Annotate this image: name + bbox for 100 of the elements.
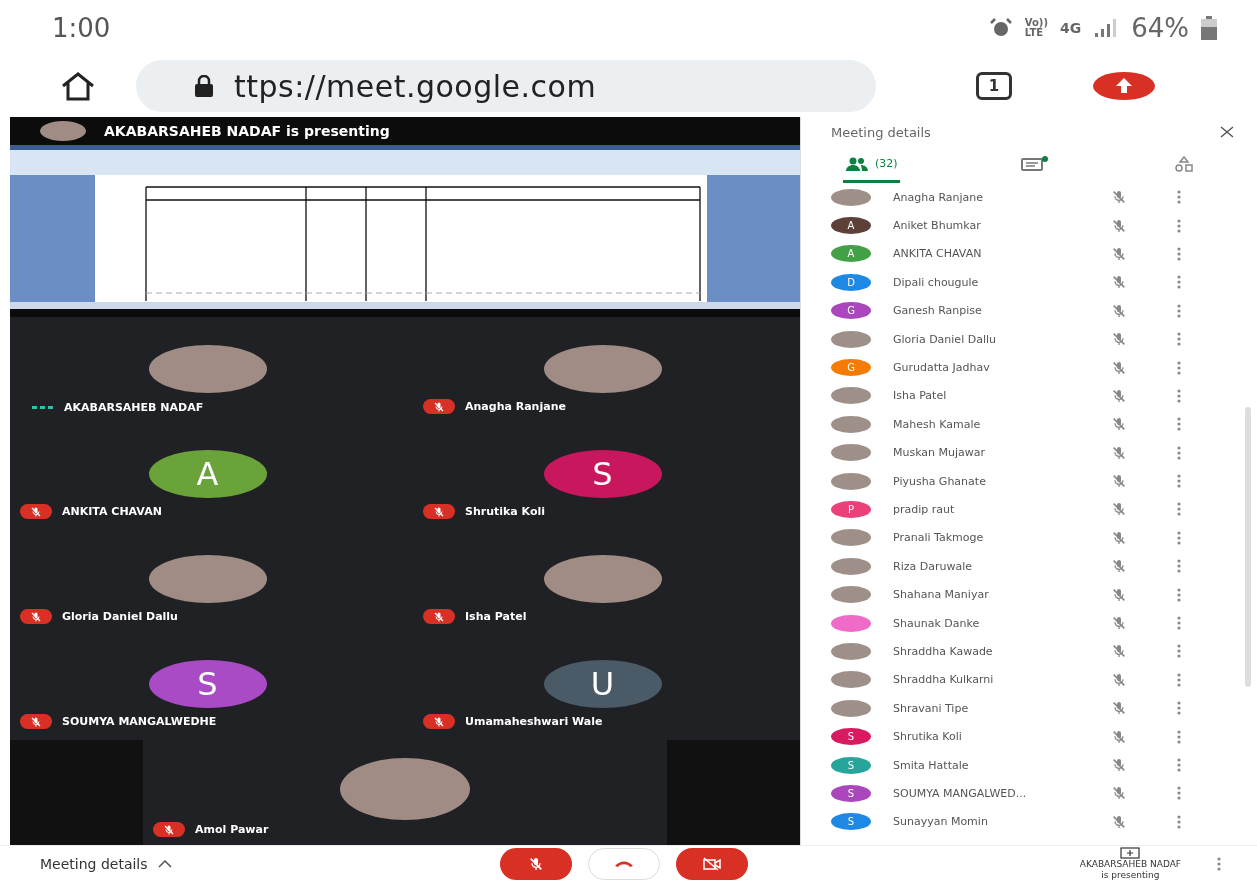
more-icon[interactable] xyxy=(1177,388,1181,403)
mic-off-icon xyxy=(30,715,42,728)
mic-off-icon[interactable] xyxy=(1111,501,1127,518)
participant-name: ANKITA CHAVAN xyxy=(893,247,983,261)
battery-icon xyxy=(1201,15,1217,40)
participant-name: Gurudatta Jadhav xyxy=(893,361,991,375)
alarm-icon xyxy=(988,17,1013,38)
avatar: G xyxy=(831,359,871,377)
mic-off-icon[interactable] xyxy=(1111,728,1127,745)
more-icon[interactable] xyxy=(1177,729,1181,744)
mic-off-icon[interactable] xyxy=(1111,700,1127,717)
people-tab[interactable]: (32) xyxy=(843,147,900,183)
more-icon[interactable] xyxy=(1177,275,1181,290)
mic-off-icon[interactable] xyxy=(1111,785,1127,802)
mic-off-icon[interactable] xyxy=(1111,416,1127,433)
participant-name: Anagha Ranjane xyxy=(893,190,985,204)
camera-off-button[interactable] xyxy=(676,848,748,880)
more-icon[interactable] xyxy=(1177,758,1181,772)
mic-off-icon[interactable] xyxy=(1111,444,1127,461)
participant-name: Gloria Daniel Dallu xyxy=(893,332,997,346)
mic-off-icon[interactable] xyxy=(1111,245,1127,262)
more-icon[interactable] xyxy=(1177,417,1181,432)
photo-placeholder xyxy=(40,121,86,141)
camera-off-icon xyxy=(703,857,721,871)
mic-off-icon[interactable] xyxy=(1111,586,1127,603)
more-icon[interactable] xyxy=(1217,857,1221,871)
avatar: S xyxy=(831,756,871,774)
photo-placeholder xyxy=(831,188,871,206)
participant-name: ANKITA CHAVAN xyxy=(62,505,162,518)
battery-percent: 64% xyxy=(1131,12,1189,43)
more-icon[interactable] xyxy=(1177,814,1181,829)
more-icon[interactable] xyxy=(1177,587,1181,602)
presenting-status: is presenting xyxy=(1101,870,1160,881)
more-icon[interactable] xyxy=(1177,474,1181,489)
more-icon[interactable] xyxy=(1177,190,1181,205)
mic-off-icon[interactable] xyxy=(1111,558,1127,575)
avatar: S xyxy=(831,784,871,802)
lock-icon xyxy=(194,75,214,97)
mic-off-icon[interactable] xyxy=(1111,189,1127,206)
mic-off-icon[interactable] xyxy=(1111,615,1127,632)
mic-off-icon[interactable] xyxy=(1111,359,1127,376)
mic-off-icon[interactable] xyxy=(1111,757,1127,773)
more-icon[interactable] xyxy=(1177,246,1181,261)
update-icon[interactable] xyxy=(1092,71,1156,101)
more-icon[interactable] xyxy=(1177,218,1181,233)
mic-off-icon[interactable] xyxy=(1111,387,1127,404)
present-screen-icon[interactable] xyxy=(1120,847,1141,859)
participant-name: Riza Daruwale xyxy=(893,559,973,573)
address-bar[interactable]: ttps://meet.google.com xyxy=(136,60,876,112)
participant-name: pradip raut xyxy=(893,503,956,516)
more-icon[interactable] xyxy=(1177,502,1181,517)
mic-off-icon[interactable] xyxy=(1111,302,1127,319)
more-icon[interactable] xyxy=(1177,303,1181,318)
photo-placeholder xyxy=(831,699,871,717)
scrollbar[interactable] xyxy=(1245,407,1251,687)
photo-placeholder xyxy=(831,472,871,490)
lte-indicator: LTE xyxy=(1024,27,1044,38)
meeting-details-link[interactable]: Meeting details xyxy=(40,856,148,872)
tab-count-button[interactable]: 1 xyxy=(976,72,1012,100)
shapes-icon xyxy=(1173,155,1195,172)
mic-off-icon[interactable] xyxy=(1111,217,1127,234)
more-icon[interactable] xyxy=(1177,701,1181,716)
mic-off-icon xyxy=(433,505,445,518)
photo-placeholder xyxy=(831,444,871,462)
more-icon[interactable] xyxy=(1177,644,1181,659)
avatar: S xyxy=(831,813,871,831)
home-icon[interactable] xyxy=(60,71,96,101)
mic-off-icon[interactable] xyxy=(1111,671,1127,688)
more-icon[interactable] xyxy=(1177,672,1181,687)
mic-off-icon[interactable] xyxy=(1111,643,1127,660)
mic-off-icon[interactable] xyxy=(1111,331,1127,348)
avatar: S xyxy=(543,450,662,498)
more-icon[interactable] xyxy=(1177,559,1181,574)
mic-off-icon[interactable] xyxy=(1111,813,1127,830)
participant-name: Shahana Maniyar xyxy=(893,588,990,602)
chat-icon xyxy=(1021,155,1050,172)
participant-name: Isha Patel xyxy=(893,389,948,403)
avatar: P xyxy=(831,501,871,518)
participant-name: AKABARSAHEB NADAF xyxy=(64,401,204,414)
clock: 1:00 xyxy=(52,12,112,43)
participant-name: Dipali chougule xyxy=(893,275,980,289)
caret-up-icon[interactable] xyxy=(157,860,172,868)
mic-off-icon[interactable] xyxy=(1111,473,1127,490)
mic-off-icon[interactable] xyxy=(1111,274,1127,291)
participant-name: Muskan Mujawar xyxy=(893,446,987,460)
mic-off-icon xyxy=(163,823,175,836)
panel-title: Meeting details xyxy=(831,124,931,140)
more-icon[interactable] xyxy=(1177,445,1181,460)
mic-off-icon[interactable] xyxy=(1111,529,1127,546)
close-icon[interactable] xyxy=(1219,126,1235,138)
more-icon[interactable] xyxy=(1177,786,1181,801)
mute-button[interactable] xyxy=(500,848,572,880)
presenter-name: AKABARSAHEB NADAF xyxy=(1079,859,1181,870)
more-icon[interactable] xyxy=(1177,616,1181,631)
hang-up-button[interactable] xyxy=(588,848,660,880)
more-icon[interactable] xyxy=(1177,530,1181,545)
more-icon[interactable] xyxy=(1177,332,1181,347)
more-icon[interactable] xyxy=(1177,360,1181,375)
presenting-notice: AKABARSAHEB NADAF is presenting xyxy=(104,123,390,139)
avatar: A xyxy=(831,245,871,263)
